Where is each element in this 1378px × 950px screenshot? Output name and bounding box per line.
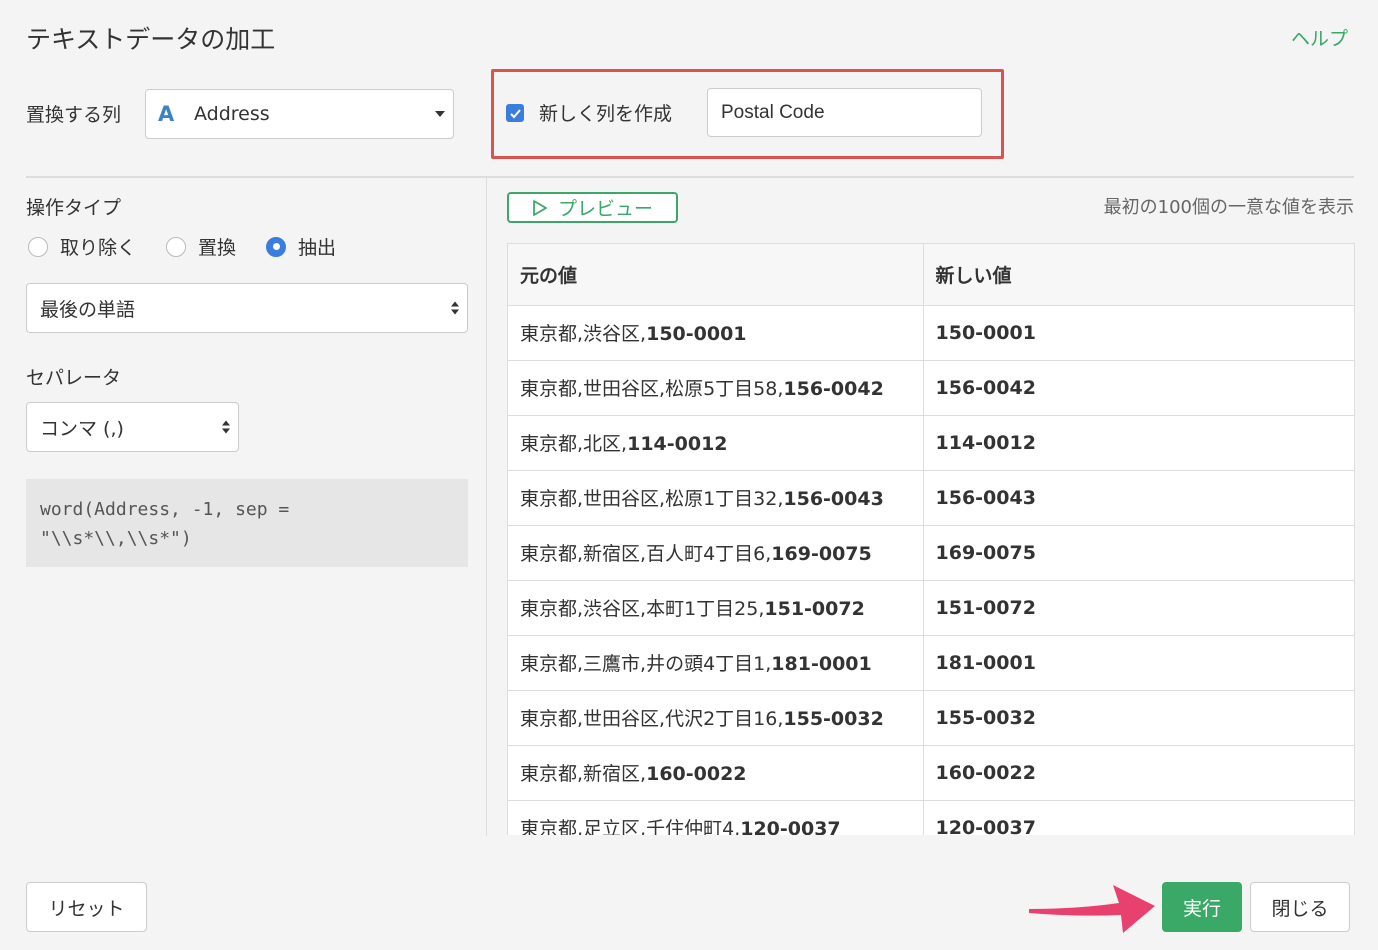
preview-button-label: プレビュー bbox=[557, 198, 653, 220]
dialog-title: テキストデータの加工 bbox=[26, 25, 276, 54]
matched-postal-code: 114-0012 bbox=[627, 433, 728, 455]
separator-label: セパレータ bbox=[26, 367, 122, 389]
address-prefix: 東京都,世田谷区,松原1丁目32, bbox=[520, 488, 784, 510]
new-value-cell: 155-0032 bbox=[922, 689, 1354, 746]
radio-label: 取り除く bbox=[60, 237, 137, 259]
table-row: 東京都,世田谷区,代沢2丁目16,155-0032 155-0032 bbox=[508, 689, 1354, 746]
operation-type-label: 操作タイプ bbox=[26, 197, 122, 219]
radio-option-replace[interactable]: 置換 bbox=[166, 233, 236, 260]
separator-select[interactable]: コンマ (,) bbox=[26, 402, 239, 452]
radio-button-selected[interactable] bbox=[266, 236, 287, 257]
operation-type-radio-group: 取り除く 置換 抽出 bbox=[28, 233, 366, 260]
new-value-cell: 150-0001 bbox=[922, 304, 1354, 361]
text-type-icon: A bbox=[158, 102, 175, 126]
replace-column-select[interactable]: A Address bbox=[145, 89, 454, 139]
new-column-name-input[interactable] bbox=[707, 88, 982, 137]
preview-table[interactable]: 元の値 新しい値 東京都,渋谷区,150-0001 150-0001 東京都,世田谷… bbox=[507, 243, 1355, 835]
address-prefix: 東京都,北区, bbox=[520, 433, 628, 455]
vertical-divider bbox=[486, 178, 487, 836]
extract-mode-select[interactable]: 最後の単語 bbox=[26, 283, 468, 333]
new-value-cell: 156-0043 bbox=[922, 469, 1354, 526]
original-value-cell: 東京都,渋谷区,本町1丁目25,151-0072 bbox=[508, 579, 924, 636]
radio-button[interactable] bbox=[166, 236, 187, 257]
new-value-cell: 160-0022 bbox=[922, 744, 1354, 801]
matched-postal-code: 155-0032 bbox=[783, 708, 884, 730]
matched-postal-code: 151-0072 bbox=[764, 598, 865, 620]
run-button[interactable]: 実行 bbox=[1162, 882, 1242, 932]
horizontal-divider bbox=[26, 176, 1354, 178]
address-prefix: 東京都,世田谷区,松原5丁目58, bbox=[520, 378, 784, 400]
table-row: 東京都,世田谷区,松原5丁目58,156-0042 156-0042 bbox=[508, 359, 1354, 416]
radio-button[interactable] bbox=[28, 236, 48, 257]
radio-label: 置換 bbox=[198, 237, 237, 259]
caret-down-icon bbox=[435, 111, 445, 117]
replace-column-label: 置換する列 bbox=[26, 104, 122, 126]
column-header-original: 元の値 bbox=[508, 244, 924, 306]
table-row: 東京都,渋谷区,本町1丁目25,151-0072 151-0072 bbox=[508, 579, 1354, 636]
table-row: 東京都,北区,114-0012 114-0012 bbox=[508, 414, 1354, 471]
original-value-cell: 東京都,足立区,千住仲町4,120-0037 bbox=[508, 799, 924, 835]
table-row: 東京都,三鷹市,井の頭4丁目1,181-0001 181-0001 bbox=[508, 634, 1354, 691]
original-value-cell: 東京都,世田谷区,松原5丁目58,156-0042 bbox=[508, 359, 924, 416]
reset-button[interactable]: リセット bbox=[26, 882, 147, 932]
original-value-cell: 東京都,新宿区,160-0022 bbox=[508, 744, 924, 801]
radio-option-extract[interactable]: 抽出 bbox=[266, 233, 336, 260]
close-button[interactable]: 閉じる bbox=[1250, 882, 1350, 932]
preview-button[interactable]: プレビュー bbox=[507, 192, 678, 223]
radio-option-remove[interactable]: 取り除く bbox=[28, 233, 136, 260]
matched-postal-code: 150-0001 bbox=[646, 323, 747, 345]
original-value-cell: 東京都,新宿区,百人町4丁目6,169-0075 bbox=[508, 524, 924, 581]
matched-postal-code: 156-0042 bbox=[783, 378, 884, 400]
replace-column-value: Address bbox=[194, 103, 270, 125]
address-prefix: 東京都,新宿区,百人町4丁目6, bbox=[520, 543, 772, 565]
new-value-cell: 151-0072 bbox=[922, 579, 1354, 636]
original-value-cell: 東京都,渋谷区,150-0001 bbox=[508, 304, 924, 361]
matched-postal-code: 156-0043 bbox=[783, 488, 884, 510]
address-prefix: 東京都,渋谷区,本町1丁目25, bbox=[520, 598, 765, 620]
matched-postal-code: 169-0075 bbox=[771, 543, 872, 565]
address-prefix: 東京都,足立区,千住仲町4, bbox=[520, 818, 741, 835]
table-row: 東京都,足立区,千住仲町4,120-0037 120-0037 bbox=[508, 799, 1354, 835]
table-row: 東京都,新宿区,百人町4丁目6,169-0075 169-0075 bbox=[508, 524, 1354, 581]
new-column-label: 新しく列を作成 bbox=[539, 103, 673, 125]
new-column-checkbox[interactable] bbox=[506, 104, 524, 122]
address-prefix: 東京都,渋谷区, bbox=[520, 323, 647, 345]
new-value-cell: 114-0012 bbox=[922, 414, 1354, 471]
separator-value: コンマ (,) bbox=[40, 417, 124, 440]
table-row: 東京都,世田谷区,松原1丁目32,156-0043 156-0043 bbox=[508, 469, 1354, 526]
radio-label: 抽出 bbox=[298, 237, 337, 259]
checkmark-icon bbox=[509, 108, 521, 118]
matched-postal-code: 160-0022 bbox=[646, 763, 747, 785]
updown-arrows-icon bbox=[222, 420, 230, 434]
original-value-cell: 東京都,世田谷区,代沢2丁目16,155-0032 bbox=[508, 689, 924, 746]
matched-postal-code: 181-0001 bbox=[771, 653, 872, 675]
address-prefix: 東京都,三鷹市,井の頭4丁目1, bbox=[520, 653, 772, 675]
preview-note: 最初の100個の一意な値を表示 bbox=[1103, 197, 1354, 218]
table-row: 東京都,渋谷区,150-0001 150-0001 bbox=[508, 304, 1354, 361]
play-icon bbox=[533, 199, 547, 216]
original-value-cell: 東京都,北区,114-0012 bbox=[508, 414, 924, 471]
extract-mode-value: 最後の単語 bbox=[40, 298, 136, 321]
new-value-cell: 156-0042 bbox=[922, 359, 1354, 416]
pointer-arrow-icon bbox=[1029, 885, 1155, 933]
table-row: 東京都,新宿区,160-0022 160-0022 bbox=[508, 744, 1354, 801]
help-link[interactable]: ヘルプ bbox=[1291, 24, 1348, 51]
column-header-new: 新しい値 bbox=[922, 244, 1354, 306]
address-prefix: 東京都,新宿区, bbox=[520, 763, 647, 785]
new-value-cell: 181-0001 bbox=[922, 634, 1354, 691]
matched-postal-code: 120-0037 bbox=[740, 818, 841, 835]
original-value-cell: 東京都,三鷹市,井の頭4丁目1,181-0001 bbox=[508, 634, 924, 691]
updown-arrows-icon bbox=[451, 301, 459, 315]
new-value-cell: 120-0037 bbox=[922, 799, 1354, 835]
address-prefix: 東京都,世田谷区,代沢2丁目16, bbox=[520, 708, 784, 730]
original-value-cell: 東京都,世田谷区,松原1丁目32,156-0043 bbox=[508, 469, 924, 526]
new-value-cell: 169-0075 bbox=[922, 524, 1354, 581]
generated-code: word(Address, -1, sep = "\\s*\\,\\s*") bbox=[26, 479, 468, 567]
